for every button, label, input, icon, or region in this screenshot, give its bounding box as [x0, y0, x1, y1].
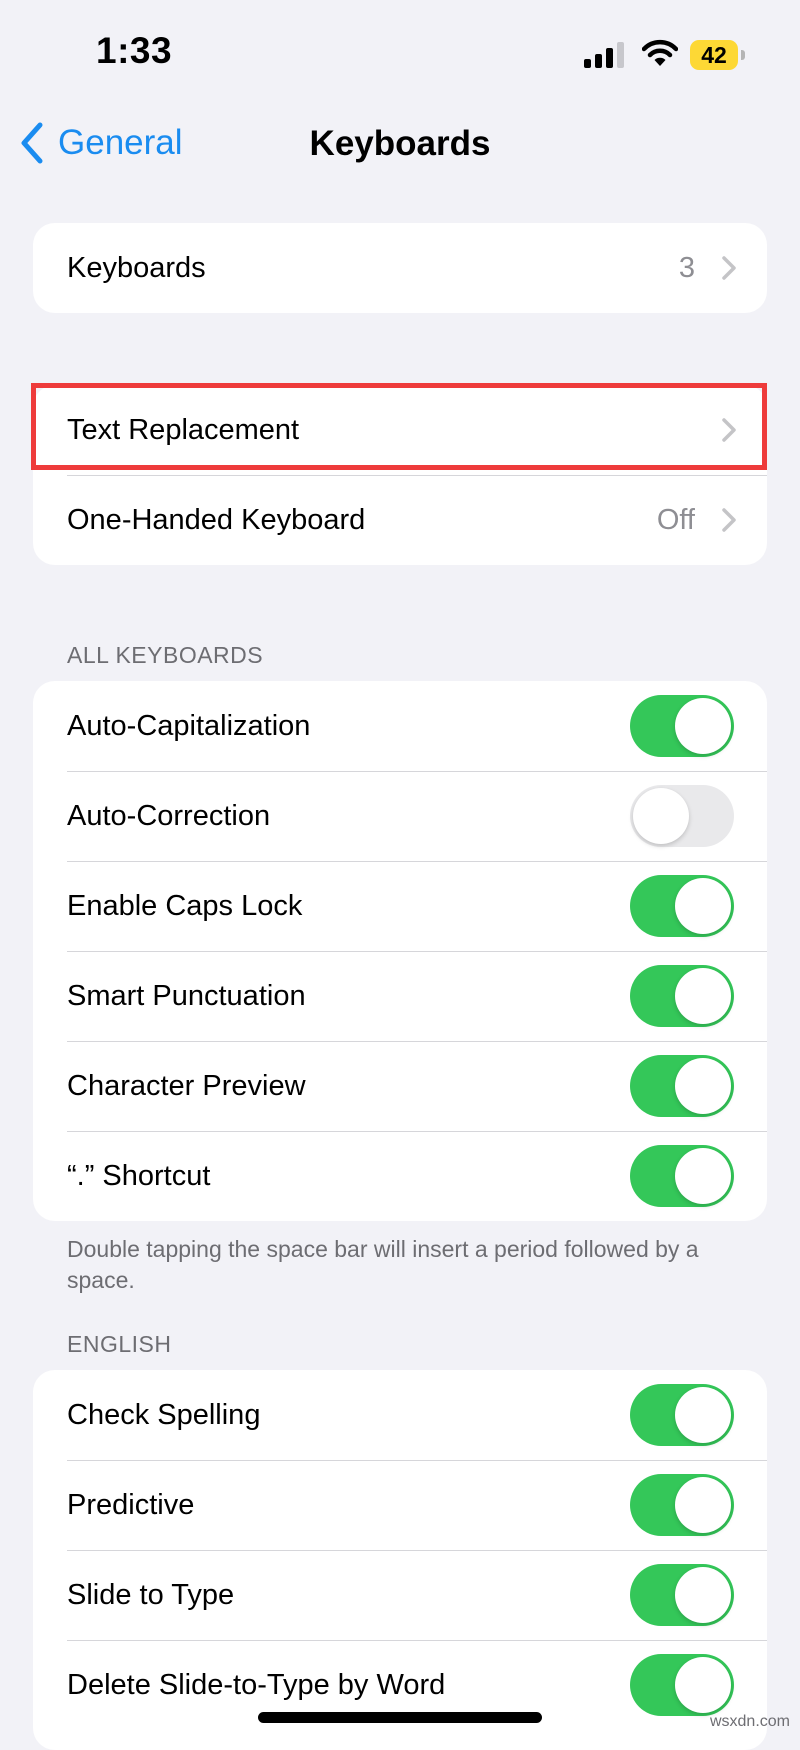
keyboards-label: Keyboards — [67, 252, 206, 284]
watermark: wsxdn.com — [709, 1713, 790, 1730]
english-group: Check Spelling Predictive Slide to Type … — [33, 1370, 767, 1750]
auto-correction-toggle[interactable] — [630, 785, 734, 847]
cellular-signal-icon — [584, 42, 626, 68]
check-spelling-toggle[interactable] — [630, 1384, 734, 1446]
character-preview-toggle[interactable] — [630, 1055, 734, 1117]
section-header-all-keyboards: ALL KEYBOARDS — [67, 642, 264, 668]
battery-level: 42 — [690, 40, 738, 70]
setting-label: Predictive — [67, 1489, 195, 1521]
all-keyboards-group: Auto-Capitalization Auto-Correction Enab… — [33, 681, 767, 1221]
setting-label: “.” Shortcut — [67, 1160, 211, 1192]
character-preview-row: Character Preview — [33, 1041, 767, 1131]
period-shortcut-toggle[interactable] — [630, 1145, 734, 1207]
one-handed-keyboard-row[interactable]: One-Handed Keyboard Off — [33, 475, 767, 565]
enable-caps-lock-row: Enable Caps Lock — [33, 861, 767, 951]
slide-to-type-toggle[interactable] — [630, 1564, 734, 1626]
section-header-english: ENGLISH — [67, 1331, 172, 1357]
setting-label: Character Preview — [67, 1070, 306, 1102]
page-title: Keyboards — [309, 124, 491, 163]
keyboards-group: Keyboards 3 — [33, 223, 767, 313]
smart-punctuation-row: Smart Punctuation — [33, 951, 767, 1041]
text-replacement-row[interactable]: Text Replacement — [33, 385, 767, 475]
auto-correction-row: Auto-Correction — [33, 771, 767, 861]
one-handed-keyboard-label: One-Handed Keyboard — [67, 504, 366, 536]
check-spelling-row: Check Spelling — [33, 1370, 767, 1460]
wifi-icon — [642, 39, 678, 66]
setting-label: Check Spelling — [67, 1399, 261, 1431]
text-options-group: Text Replacement One-Handed Keyboard Off — [33, 385, 767, 565]
slide-to-type-row: Slide to Type — [33, 1550, 767, 1640]
period-shortcut-row: “.” Shortcut — [33, 1131, 767, 1221]
smart-punctuation-toggle[interactable] — [630, 965, 734, 1027]
status-time: 1:33 — [96, 30, 173, 71]
home-indicator[interactable] — [258, 1712, 542, 1723]
setting-label: Smart Punctuation — [67, 980, 306, 1012]
period-shortcut-footnote: Double tapping the space bar will insert… — [67, 1236, 699, 1293]
chevron-right-icon — [722, 418, 736, 442]
battery-icon: 42 — [690, 40, 746, 70]
one-handed-keyboard-value: Off — [656, 504, 695, 536]
setting-label: Auto-Capitalization — [67, 710, 311, 742]
delete-slide-to-type-by-word-toggle[interactable] — [630, 1654, 734, 1716]
chevron-right-icon — [722, 256, 736, 280]
setting-label: Slide to Type — [67, 1579, 235, 1611]
keyboards-row[interactable]: Keyboards 3 — [33, 223, 767, 313]
predictive-row: Predictive — [33, 1460, 767, 1550]
chevron-right-icon — [722, 508, 736, 532]
setting-label: Auto-Correction — [67, 800, 271, 832]
text-replacement-label: Text Replacement — [67, 414, 300, 446]
keyboards-count: 3 — [678, 252, 695, 284]
predictive-toggle[interactable] — [630, 1474, 734, 1536]
auto-capitalization-toggle[interactable] — [630, 695, 734, 757]
auto-capitalization-row: Auto-Capitalization — [33, 681, 767, 771]
enable-caps-lock-toggle[interactable] — [630, 875, 734, 937]
setting-label: Enable Caps Lock — [67, 890, 303, 922]
